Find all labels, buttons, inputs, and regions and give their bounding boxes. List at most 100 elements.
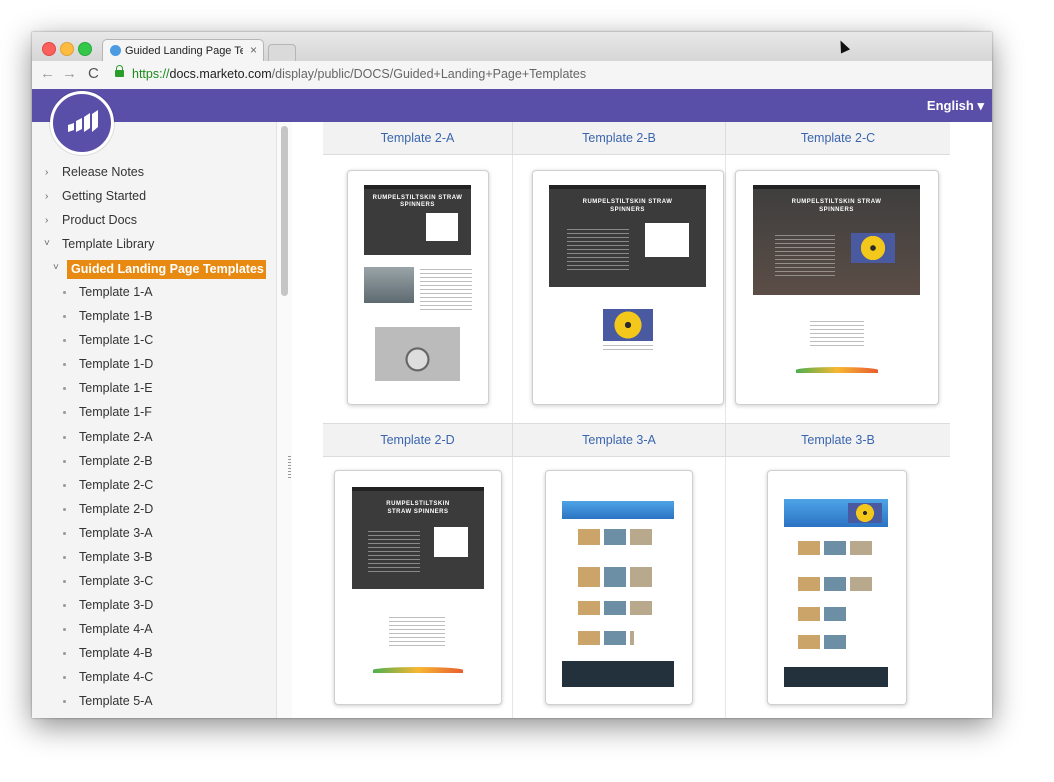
sidebar-item-template-1f[interactable]: Template 1-F xyxy=(79,405,152,423)
preview-gallery xyxy=(578,631,634,645)
bullet-icon xyxy=(63,676,66,679)
sidebar-item-template-2a[interactable]: Template 2-A xyxy=(79,430,153,448)
url-host: docs.marketo.com xyxy=(169,67,272,81)
sidebar-item-template-4b[interactable]: Template 4-B xyxy=(79,646,153,664)
preview-hero: RUMPELSTILTSKIN STRAW SPINNERS xyxy=(352,487,484,589)
chevron-down-icon[interactable]: ˅ xyxy=(53,262,59,273)
preview-footer xyxy=(562,661,674,687)
preview-video xyxy=(851,233,895,263)
reload-icon[interactable]: C xyxy=(88,65,99,82)
browser-tab[interactable]: Guided Landing Page Temp × xyxy=(102,39,264,62)
bullet-icon xyxy=(63,291,66,294)
bullet-icon xyxy=(63,604,66,607)
sidebar-item-template-2c[interactable]: Template 2-C xyxy=(79,478,153,496)
bullet-icon xyxy=(63,411,66,414)
resize-handle[interactable] xyxy=(288,456,291,478)
sidebar-item-template-1d[interactable]: Template 1-D xyxy=(79,357,153,375)
bullet-icon xyxy=(63,700,66,703)
sidebar-item-template-1a[interactable]: Template 1-A xyxy=(79,285,153,303)
sidebar-item-template-3d[interactable]: Template 3-D xyxy=(79,598,153,616)
chevron-right-icon[interactable]: › xyxy=(45,167,48,178)
bullet-icon xyxy=(63,436,66,439)
sidebar-item-template-3b[interactable]: Template 3-B xyxy=(79,550,153,568)
template-preview-2b[interactable]: RUMPELSTILTSKIN STRAW SPINNERS xyxy=(532,170,724,405)
sidebar-scrollbar[interactable] xyxy=(276,122,293,718)
template-preview-2c[interactable]: RUMPELSTILTSKIN STRAW SPINNERS xyxy=(735,170,939,405)
preview-headline: RUMPELSTILTSKIN STRAW xyxy=(582,199,673,205)
maximize-window-icon[interactable] xyxy=(78,42,92,56)
sidebar-item-template-3a[interactable]: Template 3-A xyxy=(79,526,153,544)
chevron-down-icon[interactable]: ˅ xyxy=(44,238,50,249)
preview-hero: RUMPELSTILTSKIN STRAW SPINNERS xyxy=(549,185,706,287)
template-preview-2a[interactable]: RUMPELSTILTSKIN STRAW SPINNERS xyxy=(347,170,489,405)
bullet-icon xyxy=(63,387,66,390)
minimize-window-icon[interactable] xyxy=(60,42,74,56)
template-header-3b[interactable]: Template 3-B xyxy=(726,423,950,457)
tab-close-icon[interactable]: × xyxy=(250,43,257,57)
sidebar-item-template-1b[interactable]: Template 1-B xyxy=(79,309,153,327)
preview-text xyxy=(368,531,420,573)
preview-hero: RUMPELSTILTSKIN STRAW SPINNERS xyxy=(364,185,471,255)
preview-headline: SPINNERS xyxy=(819,207,854,213)
template-header-2b[interactable]: Template 2-B xyxy=(513,122,726,155)
template-header-2c[interactable]: Template 2-C xyxy=(726,122,950,155)
marketo-bars-icon xyxy=(68,110,98,132)
sidebar-item-template-1e[interactable]: Template 1-E xyxy=(79,381,153,399)
sidebar-item-template-2b[interactable]: Template 2-B xyxy=(79,454,153,472)
preview-text xyxy=(420,269,472,313)
sidebar-item-template-2d[interactable]: Template 2-D xyxy=(79,502,153,520)
preview-wave-graphic xyxy=(373,667,463,673)
back-arrow-icon[interactable]: ← xyxy=(40,65,55,82)
template-preview-3b[interactable] xyxy=(767,470,907,705)
bullet-icon xyxy=(63,628,66,631)
template-preview-2d[interactable]: RUMPELSTILTSKIN STRAW SPINNERS xyxy=(334,470,502,705)
bullet-icon xyxy=(63,315,66,318)
template-header-3a[interactable]: Template 3-A xyxy=(513,423,726,457)
preview-image xyxy=(375,327,460,381)
preview-gallery xyxy=(798,577,874,591)
template-header-2d[interactable]: Template 2-D xyxy=(323,423,513,457)
bullet-icon xyxy=(63,652,66,655)
sidebar-item-getting-started[interactable]: Getting Started xyxy=(62,189,146,207)
url-protocol: https:// xyxy=(132,67,170,81)
preview-headline: SPINNERS xyxy=(610,207,645,213)
preview-form xyxy=(426,213,458,241)
sidebar-item-template-4c[interactable]: Template 4-C xyxy=(79,670,153,688)
preview-headline: RUMPELSTILTSKIN STRAW xyxy=(372,195,463,201)
preview-video xyxy=(848,503,882,523)
bullet-icon xyxy=(63,460,66,463)
sidebar-item-template-library[interactable]: Template Library xyxy=(62,237,154,255)
bullet-icon xyxy=(63,484,66,487)
preview-video xyxy=(603,309,653,341)
language-selector[interactable]: English ▾ xyxy=(927,98,984,114)
lock-icon xyxy=(115,65,124,77)
chevron-right-icon[interactable]: › xyxy=(45,191,48,202)
preview-form xyxy=(389,617,445,649)
sidebar-item-template-3c[interactable]: Template 3-C xyxy=(79,574,153,592)
bullet-icon xyxy=(63,556,66,559)
marketo-logo[interactable] xyxy=(50,91,114,155)
sidebar-item-template-1c[interactable]: Template 1-C xyxy=(79,333,153,351)
sidebar-item-product-docs[interactable]: Product Docs xyxy=(62,213,137,231)
sidebar-item-guided-landing-page-templates[interactable]: Guided Landing Page Templates xyxy=(67,260,266,279)
address-bar[interactable]: https://docs.marketo.com/display/public/… xyxy=(132,67,586,81)
sidebar-item-template-5a[interactable]: Template 5-A xyxy=(79,694,153,712)
tab-title: Guided Landing Page Temp xyxy=(125,45,243,57)
preview-headline: SPINNERS xyxy=(400,202,435,208)
sidebar-item-release-notes[interactable]: Release Notes xyxy=(62,165,144,183)
forward-arrow-icon[interactable]: → xyxy=(62,65,77,82)
scrollbar-thumb[interactable] xyxy=(281,126,288,296)
main-content: Template 2-A Template 2-B Template 2-C R… xyxy=(292,122,992,718)
preview-gallery xyxy=(798,635,848,649)
template-header-2a[interactable]: Template 2-A xyxy=(323,122,513,155)
preview-text xyxy=(567,229,629,271)
chevron-right-icon[interactable]: › xyxy=(45,215,48,226)
close-window-icon[interactable] xyxy=(42,42,56,56)
preview-form xyxy=(434,527,468,557)
site-header xyxy=(32,89,992,122)
sidebar-item-template-4a[interactable]: Template 4-A xyxy=(79,622,153,640)
new-tab-button[interactable] xyxy=(268,44,296,61)
template-preview-3a[interactable] xyxy=(545,470,693,705)
browser-toolbar: ← → C https://docs.marketo.com/display/p… xyxy=(32,61,992,90)
url-path: /display/public/DOCS/Guided+Landing+Page… xyxy=(271,67,587,81)
